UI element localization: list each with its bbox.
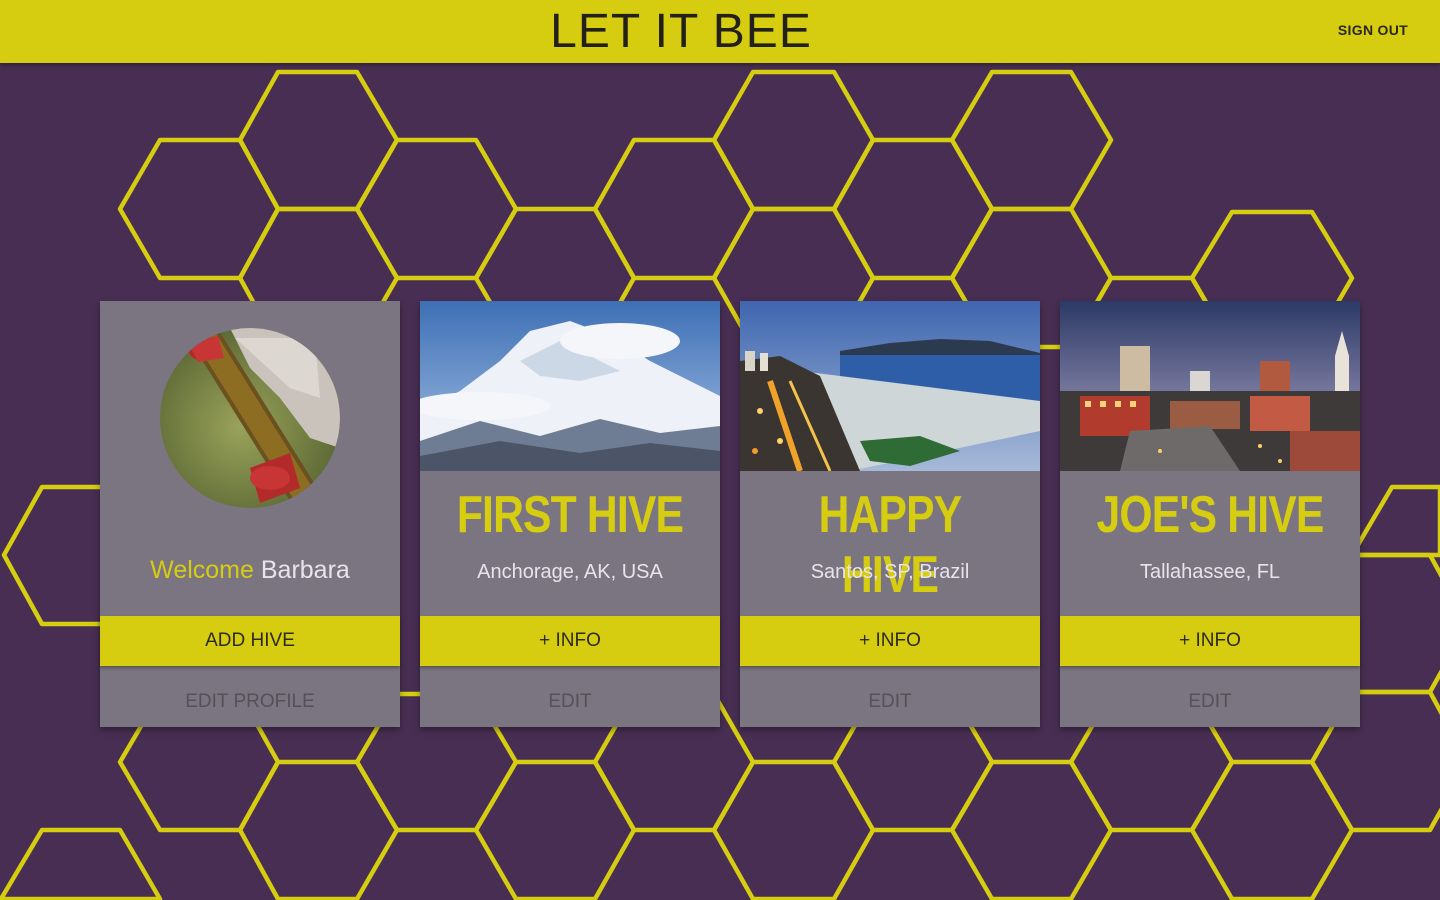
hive-info-button[interactable]: + INFO bbox=[420, 616, 720, 666]
beach-city-night-photo-icon bbox=[740, 301, 1040, 471]
add-hive-button[interactable]: ADD HIVE bbox=[100, 616, 400, 666]
welcome-word: Welcome bbox=[150, 556, 254, 584]
beekeeper-photo-icon bbox=[160, 328, 340, 508]
user-name: Barbara bbox=[260, 556, 350, 584]
hive-edit-button[interactable]: EDIT bbox=[1060, 679, 1360, 725]
welcome-message: Welcome Barbara bbox=[100, 556, 400, 585]
profile-card: Welcome Barbara ADD HIVE EDIT PROFILE bbox=[100, 301, 400, 727]
hive-edit-button[interactable]: EDIT bbox=[420, 679, 720, 725]
hive-name: HAPPY HIVE bbox=[818, 486, 963, 604]
city-skyline-dusk-photo-icon bbox=[1060, 301, 1360, 471]
snowy-mountain-photo-icon bbox=[420, 301, 720, 471]
hive-name: FIRST HIVE bbox=[456, 486, 684, 544]
hive-card: HAPPY HIVE Santos, SP, Brazil + INFO EDI… bbox=[740, 301, 1040, 727]
app-title: LET IT BEE bbox=[550, 5, 812, 58]
hive-info-button[interactable]: + INFO bbox=[1060, 616, 1360, 666]
edit-profile-button[interactable]: EDIT PROFILE bbox=[100, 679, 400, 725]
hive-location: Tallahassee, FL bbox=[1139, 561, 1281, 583]
sign-out-link[interactable]: SIGN OUT bbox=[1338, 22, 1408, 38]
hive-info-button[interactable]: + INFO bbox=[740, 616, 1040, 666]
avatar bbox=[160, 328, 340, 508]
hive-edit-button[interactable]: EDIT bbox=[740, 679, 1040, 725]
hive-card: FIRST HIVE Anchorage, AK, USA + INFO EDI… bbox=[420, 301, 720, 727]
app-header: LET IT BEE SIGN OUT bbox=[0, 0, 1440, 63]
hive-location: Anchorage, AK, USA bbox=[477, 561, 663, 583]
hive-card: JOE'S HIVE Tallahassee, FL + INFO EDIT bbox=[1060, 301, 1360, 727]
hive-name: JOE'S HIVE bbox=[1096, 486, 1324, 544]
hive-location: Santos, SP, Brazil bbox=[810, 561, 970, 583]
